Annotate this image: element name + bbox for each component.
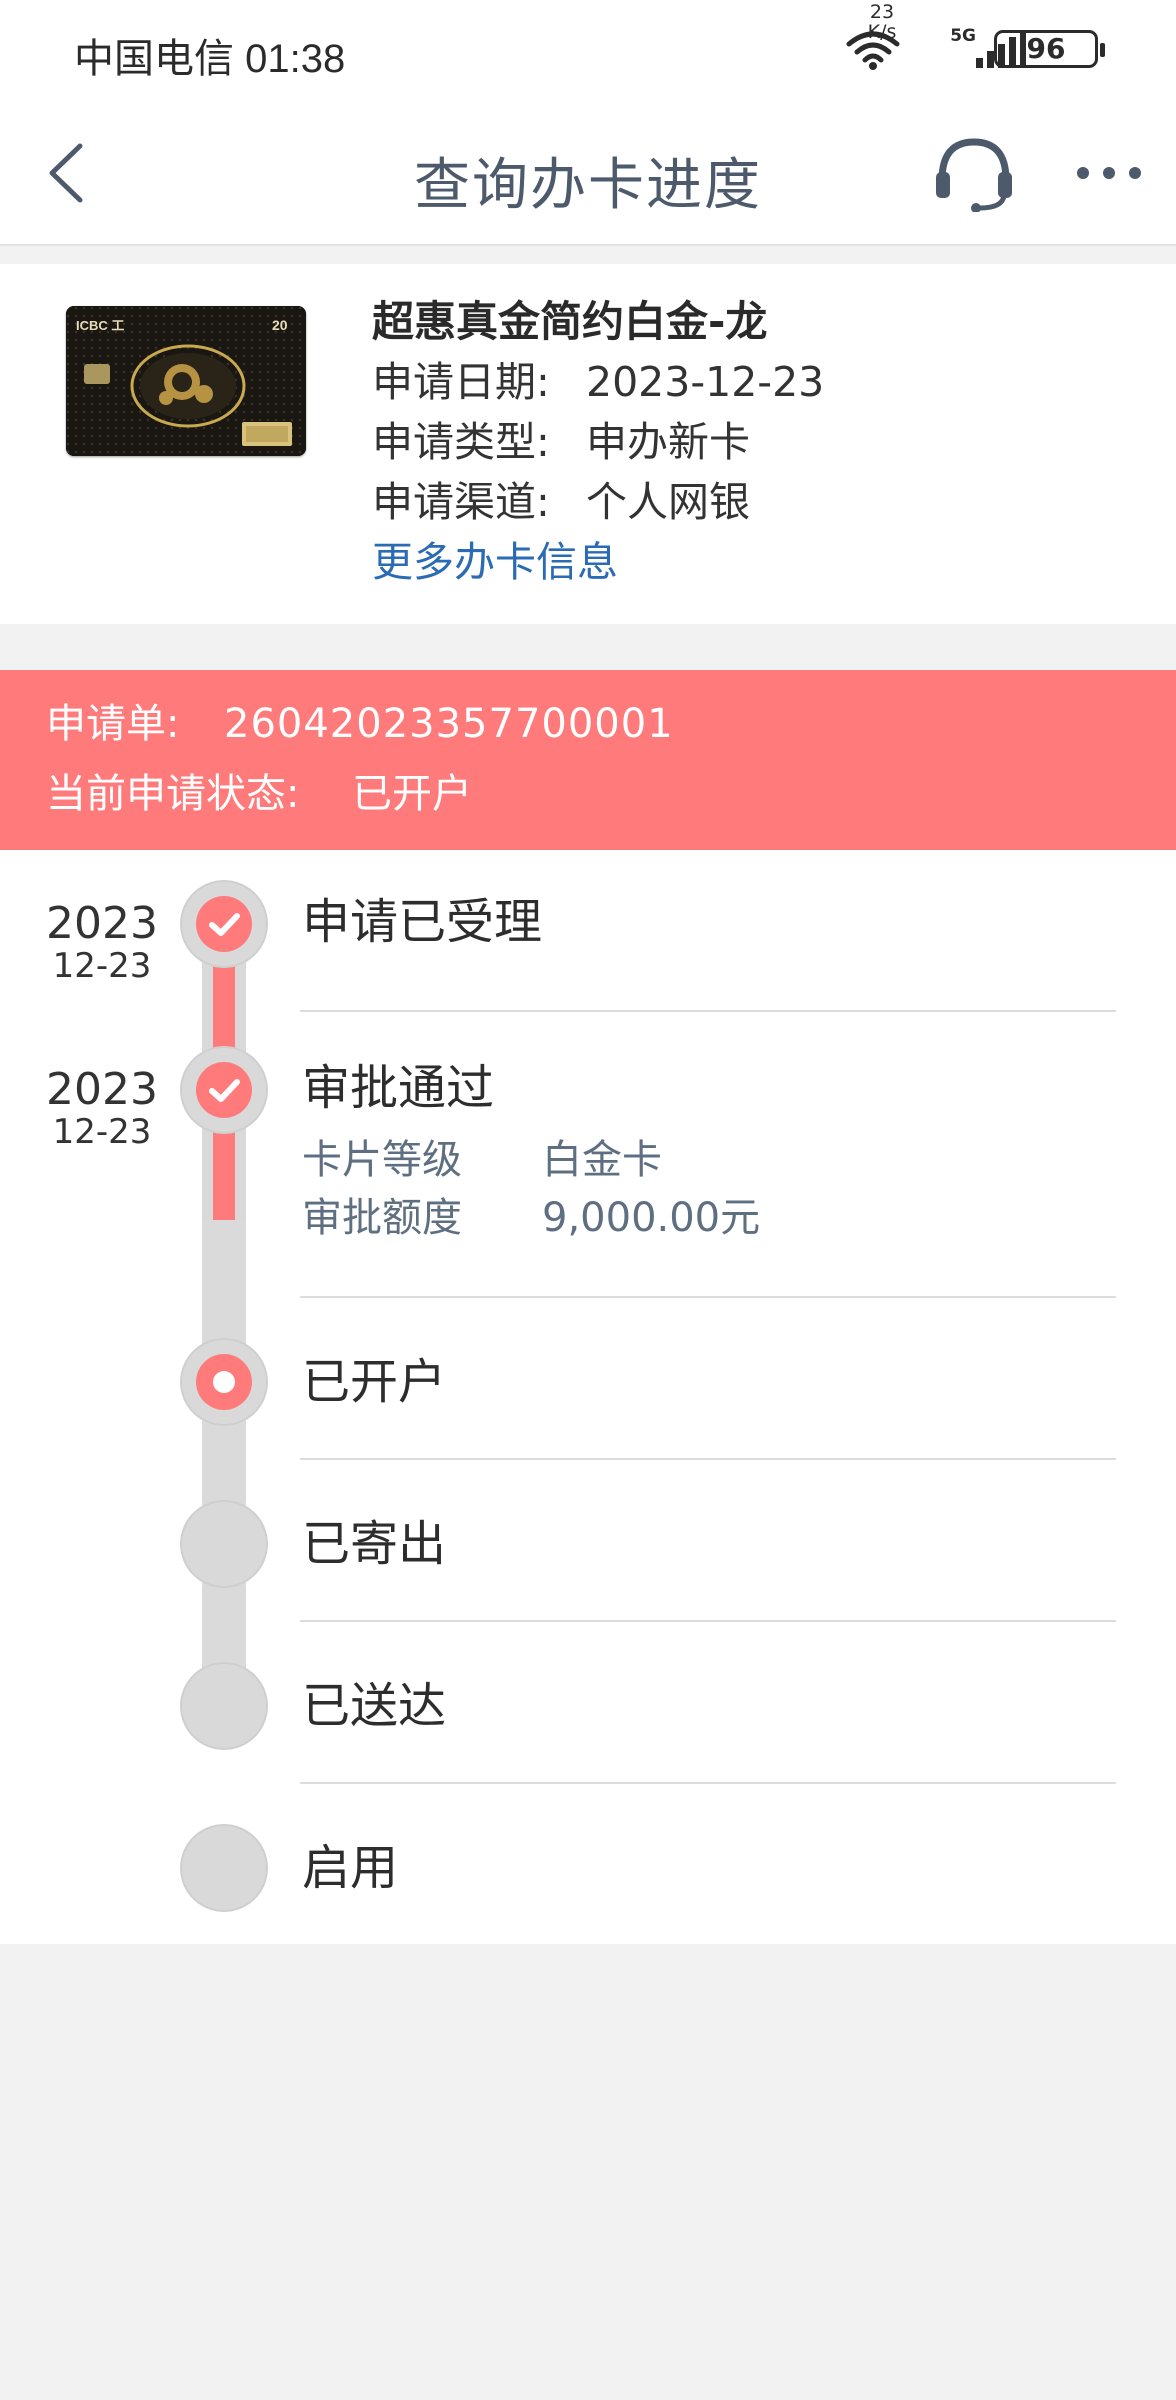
apply-type-label: 申请类型: [372,418,550,466]
apply-type-value: 申办新卡 [586,418,750,466]
card-artwork: ICBC 工 20 [66,306,306,456]
apply-channel-value: 个人网银 [586,478,750,526]
battery-indicator: 96 [994,30,1105,68]
step-month-day: 12-23 [52,946,152,986]
step-divider [300,1010,1116,1012]
step-title: 已送达 [302,1678,447,1734]
step-node-done [180,880,268,968]
application-status-banner: 申请单: 26042023357700001 当前申请状态: 已开户 [0,670,1176,850]
step-divider [300,1620,1116,1622]
timeline-track-pending [202,1220,246,1720]
step-title: 已开户 [302,1354,447,1410]
step-divider [300,1782,1116,1784]
more-dots-icon[interactable] [1074,158,1144,188]
order-number-value: 26042023357700001 [224,701,674,747]
step-detail-row: 卡片等级 白金卡 [302,1130,662,1190]
credit-card-image: ICBC 工 20 [66,306,306,456]
order-number-label: 申请单: [46,701,180,747]
current-status-value: 已开户 [352,771,472,817]
status-bar: 中国电信 01:38 23 K/s 5G 96 [0,0,1176,100]
carrier-label: 中国电信 [74,37,234,81]
current-status-row: 当前申请状态: 已开户 [46,764,472,824]
detail-label: 审批额度 [302,1195,462,1241]
detail-value: 9,000.00元 [542,1195,761,1241]
order-number-row: 申请单: 26042023357700001 [46,694,674,754]
apply-date-label: 申请日期: [372,358,550,406]
step-title: 已寄出 [302,1516,447,1572]
step-date: 2023 12-23 [30,898,174,986]
more-card-info-link[interactable]: 更多办卡信息 [372,532,824,592]
card-info-section: ICBC 工 20 超惠真金简约白金-龙 申请日期: 2023-12-23 申请类… [0,264,1176,624]
step-node-pending [180,1824,268,1912]
network-type: 5G [950,26,976,46]
step-date: 2023 12-23 [30,1064,174,1152]
step-year: 2023 [46,1064,158,1115]
step-divider [300,1296,1116,1298]
card-badge: 20 [272,317,288,333]
check-icon [209,1079,240,1102]
step-month-day: 12-23 [52,1112,152,1152]
check-icon [209,913,240,936]
clock: 01:38 [245,37,346,81]
status-left: 中国电信 01:38 [74,26,345,84]
wifi-icon [846,31,900,70]
step-node-current [180,1338,268,1426]
current-status-label: 当前申请状态: [46,771,300,817]
card-bank-mark: ICBC 工 [76,318,124,333]
step-node-pending [180,1662,268,1750]
card-product-name: 超惠真金简约白金-龙 [372,297,768,346]
current-dot-icon [213,1371,235,1393]
step-node-done [180,1046,268,1134]
network-speed-value: 23 [869,1,895,23]
progress-timeline: 2023 12-23 申请已受理 2023 12-23 审批通过 卡片等级 白金卡… [0,850,1176,1944]
apply-date-value: 2023-12-23 [586,358,825,406]
step-node-pending [180,1500,268,1588]
step-title: 启用 [302,1840,399,1896]
step-detail-row: 审批额度 9,000.00元 [302,1188,760,1248]
headset-icon[interactable] [932,136,1016,212]
nav-bar: 查询办卡进度 [0,100,1176,246]
detail-label: 卡片等级 [302,1137,462,1183]
step-year: 2023 [46,898,158,949]
step-title: 审批通过 [302,1060,495,1116]
apply-date-row: 申请日期: 2023-12-23 [372,352,824,412]
detail-value: 白金卡 [542,1137,662,1183]
apply-channel-label: 申请渠道: [372,478,550,526]
step-divider [300,1458,1116,1460]
step-title: 申请已受理 [302,894,543,950]
card-details: 超惠真金简约白金-龙 申请日期: 2023-12-23 申请类型: 申办新卡 申请渠… [372,292,824,592]
apply-type-row: 申请类型: 申办新卡 [372,412,824,472]
apply-channel-row: 申请渠道: 个人网银 [372,472,824,532]
